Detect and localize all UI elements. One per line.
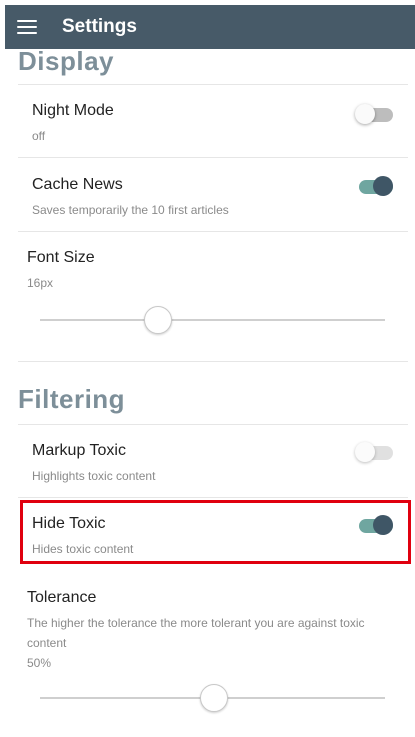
tolerance-slider[interactable]	[40, 683, 385, 713]
pref-value: 50%	[27, 656, 52, 670]
divider	[18, 84, 408, 85]
pref-cache-news[interactable]: Cache News Saves temporarily the 10 firs…	[32, 176, 402, 220]
slider-thumb[interactable]	[144, 306, 173, 334]
pref-night-mode[interactable]: Night Mode off	[32, 102, 402, 146]
font-size-slider[interactable]	[40, 305, 385, 335]
divider	[18, 497, 408, 498]
pref-summary: Saves temporarily the 10 first articles	[32, 203, 229, 217]
pref-title: Font Size	[27, 249, 95, 266]
section-title-display: Display	[18, 46, 114, 76]
divider	[18, 424, 408, 425]
divider	[18, 231, 408, 232]
pref-title: Tolerance	[27, 589, 97, 606]
slider-thumb[interactable]	[199, 684, 228, 712]
highlight-box	[20, 500, 411, 564]
pref-value: 16px	[27, 276, 54, 290]
pref-tolerance: Tolerance The higher the tolerance the m…	[27, 589, 382, 673]
night-mode-toggle[interactable]	[355, 102, 395, 124]
pref-title: Night Mode	[32, 102, 114, 119]
divider	[18, 361, 408, 362]
app-bar: Settings	[5, 5, 415, 49]
markup-toxic-toggle[interactable]	[355, 440, 395, 462]
cache-news-toggle[interactable]	[355, 174, 395, 196]
pref-font-size: Font Size 16px	[27, 249, 397, 293]
divider	[18, 157, 408, 158]
page-title: Settings	[62, 16, 137, 37]
section-title-filtering: Filtering	[18, 384, 126, 414]
pref-title: Markup Toxic	[32, 442, 126, 459]
pref-markup-toxic[interactable]: Markup Toxic Highlights toxic content	[32, 442, 402, 486]
pref-summary: off	[32, 129, 46, 143]
pref-summary: The higher the tolerance the more tolera…	[27, 616, 365, 650]
menu-icon[interactable]	[17, 20, 37, 34]
pref-title: Cache News	[32, 176, 123, 193]
pref-summary: Highlights toxic content	[32, 469, 156, 483]
